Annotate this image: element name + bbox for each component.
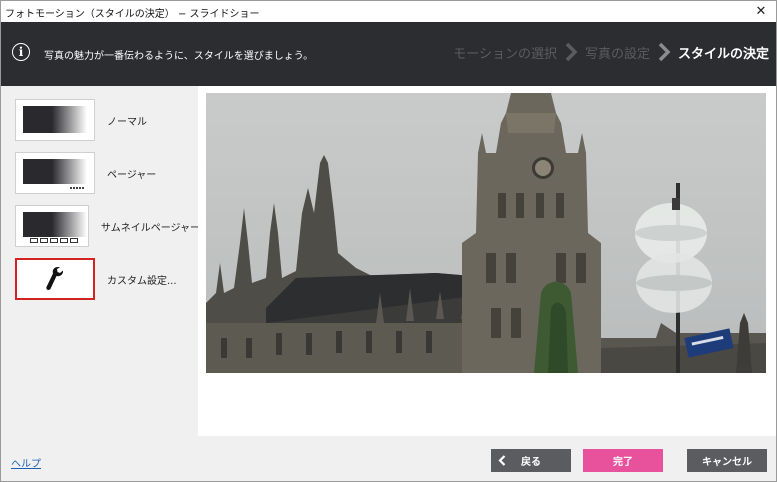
chevron-right-icon bbox=[565, 42, 578, 62]
finish-button[interactable]: 完了 bbox=[583, 449, 663, 472]
instruction-banner: i 写真の魅力が一番伝わるように、スタイルを選びましょう。 モーションの選択 写… bbox=[1, 22, 776, 86]
pager-dots-icon bbox=[70, 187, 84, 189]
window-title: フォトモーション（スタイルの決定） − スライドショー bbox=[5, 9, 260, 20]
style-thumbnail bbox=[15, 152, 95, 194]
finish-button-label: 完了 bbox=[613, 457, 633, 468]
style-label: カスタム設定... bbox=[107, 275, 177, 287]
style-label: サムネイルページャー bbox=[100, 222, 200, 234]
style-thumbnail bbox=[15, 205, 89, 247]
style-list: ノーマル ページャー サムネイルページャー カスタム設定... bbox=[1, 86, 200, 436]
style-option-normal[interactable]: ノーマル bbox=[15, 98, 200, 142]
step-indicator: モーションの選択 写真の設定 スタイルの決定 bbox=[453, 42, 769, 62]
cancel-button[interactable]: キャンセル bbox=[687, 449, 767, 472]
back-button[interactable]: 戻る bbox=[491, 449, 571, 472]
chevron-left-icon bbox=[498, 455, 506, 466]
style-option-custom[interactable]: カスタム設定... bbox=[15, 257, 200, 301]
footer-bar: ヘルプ 戻る 完了 キャンセル bbox=[1, 436, 776, 481]
step-motion-select: モーションの選択 bbox=[453, 46, 557, 62]
title-bar: フォトモーション（スタイルの決定） − スライドショー ✕ bbox=[1, 1, 776, 22]
cancel-button-label: キャンセル bbox=[702, 457, 752, 468]
wrench-icon bbox=[46, 267, 64, 290]
style-thumbnail bbox=[15, 99, 95, 141]
info-icon: i bbox=[12, 43, 30, 61]
help-link[interactable]: ヘルプ bbox=[11, 455, 41, 470]
back-button-label: 戻る bbox=[521, 457, 541, 468]
style-option-thumbnail-pager[interactable]: サムネイルページャー bbox=[15, 204, 200, 248]
step-style-decide: スタイルの決定 bbox=[677, 46, 769, 62]
style-option-pager[interactable]: ページャー bbox=[15, 151, 200, 195]
dialog-window: フォトモーション（スタイルの決定） − スライドショー ✕ i 写真の魅力が一番… bbox=[0, 0, 777, 482]
preview-photo bbox=[206, 93, 766, 373]
style-label: ノーマル bbox=[107, 116, 147, 128]
style-thumbnail-selected bbox=[15, 258, 95, 300]
step-photo-settings: 写真の設定 bbox=[584, 46, 650, 62]
style-label: ページャー bbox=[107, 169, 157, 181]
thumbnail-strip-icon bbox=[30, 238, 78, 243]
instruction-message: 写真の魅力が一番伝わるように、スタイルを選びましょう。 bbox=[44, 51, 314, 62]
chevron-right-icon bbox=[658, 42, 671, 62]
close-icon[interactable]: ✕ bbox=[746, 1, 776, 22]
